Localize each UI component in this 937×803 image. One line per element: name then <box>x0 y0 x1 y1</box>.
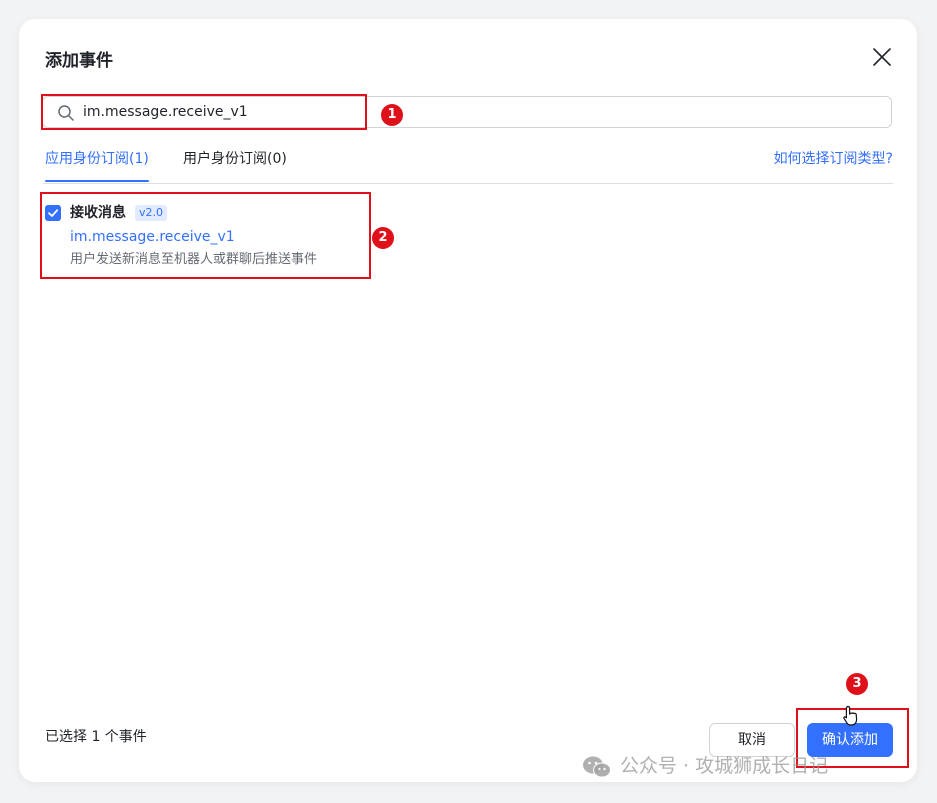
tab-user-identity[interactable]: 用户身份订阅(0) <box>183 149 287 182</box>
watermark-text: 公众号 · 攻城狮成长日记 <box>620 755 829 777</box>
add-event-dialog: 添加事件 应用身份订阅(1) 用户身份订阅(0) 如何选择订阅类型? 接收消息 … <box>19 19 917 782</box>
step-badge-3: 3 <box>846 673 868 695</box>
annotation-box-event <box>40 192 371 279</box>
selected-count: 已选择 1 个事件 <box>45 729 147 745</box>
help-link[interactable]: 如何选择订阅类型? <box>774 149 893 169</box>
wechat-icon <box>582 755 612 779</box>
annotation-box-search <box>41 94 367 130</box>
subscription-tabs: 应用身份订阅(1) 用户身份订阅(0) 如何选择订阅类型? <box>43 149 893 184</box>
hand-cursor-icon <box>842 705 860 727</box>
tab-app-identity[interactable]: 应用身份订阅(1) <box>45 149 149 182</box>
watermark: 公众号 · 攻城狮成长日记 <box>582 752 828 780</box>
step-badge-2: 2 <box>372 227 394 249</box>
step-badge-1: 1 <box>381 104 403 126</box>
dialog-title: 添加事件 <box>45 51 113 71</box>
close-icon[interactable] <box>871 46 893 68</box>
